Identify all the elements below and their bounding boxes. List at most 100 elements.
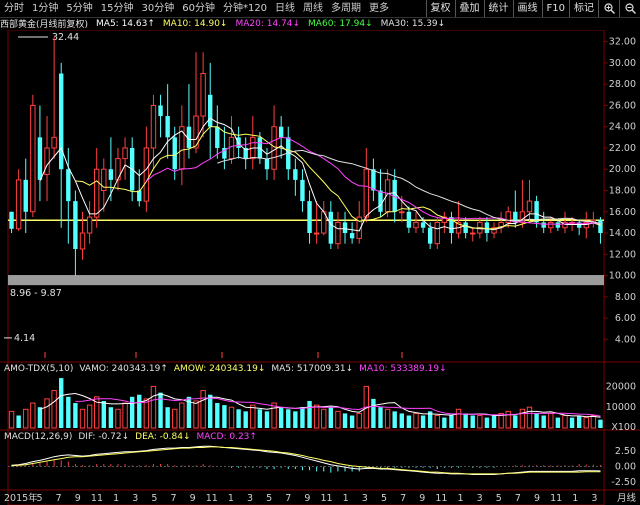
candle-body-down (37, 137, 43, 180)
volume-bar-up (548, 412, 554, 429)
volume-bar-down (392, 411, 397, 428)
f10-button[interactable]: F10 (541, 0, 569, 17)
volume-bar-down (576, 415, 582, 428)
dea-value: DEA: -0.84↓ (135, 432, 191, 442)
period-tab[interactable]: 1分钟 (28, 0, 62, 17)
period-tab[interactable]: 周线 (299, 0, 327, 17)
price-tick-label: 8.00 (615, 292, 636, 303)
period-tab[interactable]: 日线 (271, 0, 299, 17)
candle-body-down (293, 169, 298, 180)
draw-line-button[interactable]: 画线 (512, 0, 542, 17)
volume-bar-up (122, 402, 128, 429)
macd-dea-line (11, 446, 601, 475)
price-tick-label: 32.00 (609, 37, 636, 48)
volume-bar-up (172, 408, 178, 429)
candle-body-down (427, 227, 433, 244)
period-tab[interactable]: 多周期 (327, 0, 365, 17)
x-axis-label: 1 (343, 493, 349, 504)
ma10-legend: MA10: 14.90↓ (162, 18, 228, 29)
x-axis-label: 7 (170, 493, 176, 504)
volume-legend: AMO-TDX(5,10) VAMO: 240343.19↑ AMOW: 240… (4, 364, 453, 374)
volume-tick-label: 10000 (606, 402, 636, 413)
vol-ma5-value: MA5: 517009.31↓ (271, 364, 354, 374)
x-axis-label: 11 (91, 493, 103, 504)
volume-bar-up (23, 408, 29, 429)
macd-tick-label: -2.50 (611, 477, 636, 488)
period-tab[interactable]: 60分钟 (178, 0, 219, 17)
x-axis-label: 2015年 (4, 492, 38, 504)
volume-bar-up (8, 410, 15, 429)
amo-name: AMO-TDX(5,10) (4, 364, 74, 374)
restore-rights-button[interactable]: 复权 (425, 0, 455, 17)
volume-bar-up (356, 412, 362, 429)
overlay-button[interactable]: 叠加 (454, 0, 484, 17)
candle-body-up (434, 221, 440, 245)
candle-body-down (278, 126, 284, 138)
candle-body-up (79, 232, 86, 250)
volume-bar-up (590, 415, 597, 429)
volume-bar-down (406, 415, 412, 428)
candle-body-down (342, 222, 348, 234)
price-tick-label: 6.00 (615, 313, 636, 324)
volume-bar-up (321, 408, 327, 429)
period-tab[interactable]: 5分钟 (62, 0, 96, 17)
volume-bar-down (264, 411, 270, 428)
volume-bar-down (399, 413, 404, 428)
volume-bar-up (526, 406, 533, 429)
range-label: 8.96 - 9.87 (10, 288, 62, 299)
x-axis-label: 1 (228, 493, 234, 504)
volume-bar-down (307, 400, 312, 428)
volume-bar-down (208, 394, 213, 428)
volume-bar-down (66, 396, 71, 428)
mark-button[interactable]: 标记 (569, 0, 598, 17)
price-tick-label: 30.00 (609, 58, 636, 69)
candle-body-up (363, 168, 370, 218)
period-toolbar: 分时 1分钟 5分钟 15分钟 30分钟 60分钟 分钟*120 日线 周线 多… (0, 0, 640, 18)
period-tab[interactable]: 30分钟 (137, 0, 178, 17)
overlay-band (8, 275, 604, 286)
volume-bar-down (37, 407, 43, 428)
volume-bar-down (420, 415, 426, 428)
ma20-legend: MA20: 14.74↓ (235, 18, 301, 29)
candle-body-down (328, 211, 334, 244)
volume-bar-up (455, 408, 462, 429)
statistics-button[interactable]: 统计 (483, 0, 513, 17)
more-periods-tab[interactable]: 更多 (365, 0, 393, 17)
volume-bar-up (519, 408, 526, 429)
price-tick-label: 28.00 (609, 79, 636, 90)
x-axis-label: 9 (190, 493, 196, 504)
macd-dif-line (11, 445, 601, 475)
x-axis-label: 5 (496, 493, 502, 504)
candle-body-down (349, 233, 355, 239)
macd-name: MACD(12,26,9) (4, 432, 73, 442)
period-tab[interactable]: 分钟*120 (219, 0, 271, 17)
candle-body-up (122, 147, 128, 160)
x-axis-label: 7 (515, 493, 521, 504)
candles (9, 36, 603, 276)
zoom-out-icon[interactable] (619, 0, 640, 17)
x-axis-label: 5 (381, 493, 387, 504)
volume-bar-down (73, 403, 78, 428)
x-axis-label: 7 (400, 493, 406, 504)
candle-body-down (9, 211, 14, 229)
candle-body-up (335, 221, 341, 245)
ma5-legend: MA5: 14.63↑ (96, 18, 155, 29)
price-tick-label: 22.00 (609, 143, 636, 154)
period-tab[interactable]: 分时 (0, 0, 28, 17)
volume-bar-down (449, 415, 454, 428)
volume-bar-up (271, 402, 277, 429)
period-tab[interactable]: 15分钟 (97, 0, 138, 17)
volume-bar-up (150, 385, 157, 429)
main-legend: 西部黄金(月线前复权) MA5: 14.63↑ MA10: 14.90↓ MA2… (0, 17, 453, 31)
volume-tick-label: X100 (611, 422, 636, 433)
volume-bar-down (555, 417, 561, 428)
candle-body-down (172, 137, 177, 170)
x-axis-label: 3 (477, 493, 483, 504)
candle-body-down (215, 126, 220, 148)
price-tick-label: 14.00 (609, 228, 636, 239)
zoom-in-icon[interactable] (598, 0, 619, 17)
volume-bar-up (583, 417, 589, 429)
volume-bar-down (257, 409, 263, 428)
candle-body-down (378, 190, 383, 212)
x-axis-label: 11 (206, 493, 218, 504)
